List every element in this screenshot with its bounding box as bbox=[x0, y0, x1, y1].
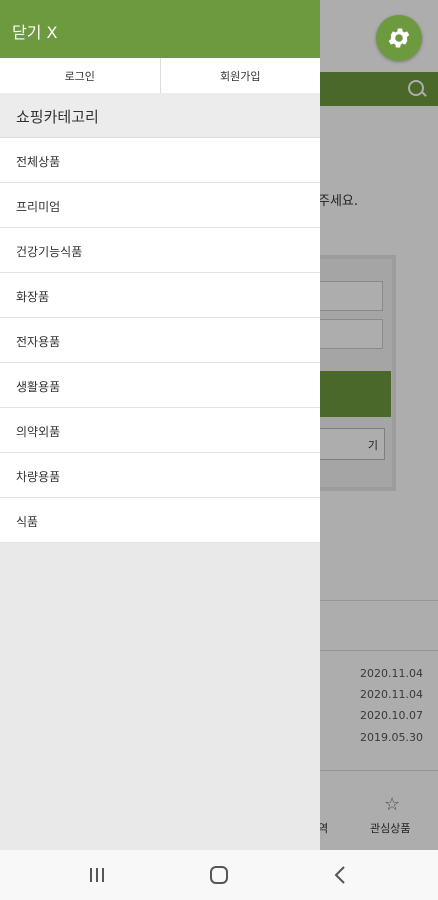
auth-row: 로그인 회원가입 bbox=[0, 58, 320, 94]
category-item-food[interactable]: 식품 bbox=[0, 498, 320, 543]
back-icon[interactable] bbox=[326, 864, 356, 886]
category-item-premium[interactable]: 프리미엄 bbox=[0, 183, 320, 228]
drawer-header: 닫기 X bbox=[0, 0, 320, 58]
category-item-cosmetics[interactable]: 화장품 bbox=[0, 273, 320, 318]
category-item-label: 차량용품 bbox=[16, 470, 61, 484]
login-button[interactable]: 로그인 bbox=[0, 58, 160, 93]
side-drawer: 닫기 X 로그인 회원가입 쇼핑카테고리 전체상품 프리미엄 건강기능식품 화장… bbox=[0, 0, 320, 850]
category-item-car-goods[interactable]: 차량용품 bbox=[0, 453, 320, 498]
category-item-label: 프리미엄 bbox=[16, 200, 61, 214]
category-item-label: 건강기능식품 bbox=[16, 245, 83, 259]
close-button[interactable]: 닫기 X bbox=[12, 19, 58, 43]
category-item-label: 전체상품 bbox=[16, 155, 61, 169]
category-title: 쇼핑카테고리 bbox=[0, 93, 320, 138]
category-item-label: 전자용품 bbox=[16, 335, 61, 349]
category-item-label: 의약외품 bbox=[16, 425, 61, 439]
category-item-quasi-drugs[interactable]: 의약외품 bbox=[0, 408, 320, 453]
category-item-health-food[interactable]: 건강기능식품 bbox=[0, 228, 320, 273]
category-item-electronics[interactable]: 전자용품 bbox=[0, 318, 320, 363]
category-item-label: 생활용품 bbox=[16, 380, 61, 394]
home-icon[interactable] bbox=[204, 864, 234, 886]
category-item-label: 식품 bbox=[16, 515, 39, 529]
category-item-label: 화장품 bbox=[16, 290, 50, 304]
gear-icon bbox=[388, 28, 410, 48]
system-nav-bar bbox=[0, 850, 438, 900]
signup-button[interactable]: 회원가입 bbox=[159, 58, 321, 93]
category-title-label: 쇼핑카테고리 bbox=[16, 108, 99, 126]
category-list: 전체상품 프리미엄 건강기능식품 화장품 전자용품 생활용품 의약외품 차량용품… bbox=[0, 138, 320, 543]
recents-icon[interactable] bbox=[82, 864, 112, 886]
category-item-household[interactable]: 생활용품 bbox=[0, 363, 320, 408]
category-item-all[interactable]: 전체상품 bbox=[0, 138, 320, 183]
settings-button[interactable] bbox=[376, 15, 422, 61]
